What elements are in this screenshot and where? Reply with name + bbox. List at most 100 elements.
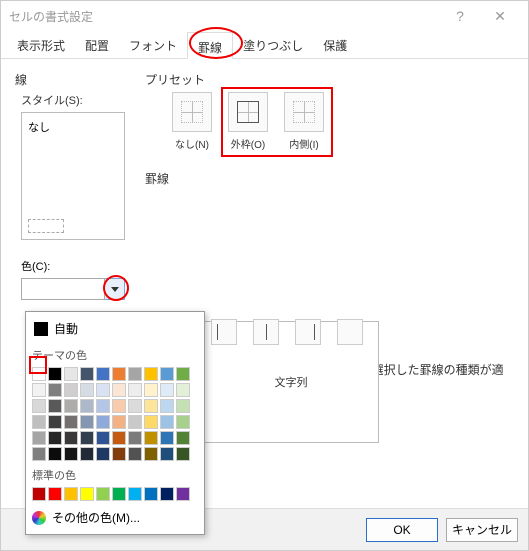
color-swatch[interactable] [80, 367, 94, 381]
color-swatch[interactable] [160, 447, 174, 461]
color-swatch[interactable] [112, 487, 126, 501]
color-swatch[interactable] [48, 399, 62, 413]
color-swatch[interactable] [176, 383, 190, 397]
tab-alignment[interactable]: 配置 [75, 31, 119, 58]
color-swatch[interactable] [32, 383, 46, 397]
tab-number-format[interactable]: 表示形式 [7, 31, 75, 58]
border-middle-v-button[interactable] [253, 319, 279, 345]
tab-protection[interactable]: 保護 [313, 31, 357, 58]
color-swatch[interactable] [128, 367, 142, 381]
preset-row: なし(N) 外枠(O) 内側(I) [145, 92, 514, 162]
color-swatch[interactable] [80, 383, 94, 397]
preset-outside-label: 外枠(O) [225, 136, 271, 151]
help-icon[interactable]: ? [440, 8, 480, 24]
color-swatch[interactable] [48, 367, 62, 381]
preset-none[interactable]: なし(N) [169, 92, 215, 162]
color-swatch[interactable] [48, 487, 62, 501]
color-swatch[interactable] [80, 487, 94, 501]
color-swatch[interactable] [64, 431, 78, 445]
color-dropdown[interactable] [21, 278, 135, 300]
color-wheel-icon [32, 511, 46, 525]
color-swatch[interactable] [64, 383, 78, 397]
color-swatch[interactable] [48, 415, 62, 429]
color-dropdown-value[interactable] [21, 278, 105, 300]
color-swatch[interactable] [160, 415, 174, 429]
color-swatch[interactable] [144, 383, 158, 397]
tab-fill[interactable]: 塗りつぶし [233, 31, 313, 58]
color-swatch[interactable] [112, 383, 126, 397]
color-swatch[interactable] [80, 399, 94, 413]
border-left-button[interactable] [211, 319, 237, 345]
color-swatch[interactable] [128, 487, 142, 501]
color-swatch[interactable] [32, 447, 46, 461]
color-swatch[interactable] [160, 399, 174, 413]
color-swatch[interactable] [128, 399, 142, 413]
color-swatch[interactable] [32, 399, 46, 413]
color-swatch[interactable] [80, 447, 94, 461]
color-swatch[interactable] [64, 447, 78, 461]
color-swatch[interactable] [144, 399, 158, 413]
color-swatch[interactable] [176, 399, 190, 413]
color-dropdown-button[interactable] [105, 278, 125, 300]
color-swatch[interactable] [160, 383, 174, 397]
color-swatch[interactable] [112, 447, 126, 461]
line-style-sample[interactable] [28, 219, 64, 233]
color-swatch[interactable] [96, 431, 110, 445]
color-swatch[interactable] [96, 415, 110, 429]
color-swatch[interactable] [176, 487, 190, 501]
color-swatch[interactable] [48, 447, 62, 461]
color-swatch[interactable] [144, 367, 158, 381]
color-swatch[interactable] [144, 431, 158, 445]
color-swatch[interactable] [48, 431, 62, 445]
color-swatch[interactable] [96, 399, 110, 413]
color-swatch[interactable] [128, 415, 142, 429]
format-cells-dialog: セルの書式設定 ? ✕ 表示形式 配置 フォント 罫線 塗りつぶし 保護 線 ス… [0, 0, 529, 551]
color-swatch[interactable] [112, 415, 126, 429]
color-swatch[interactable] [144, 415, 158, 429]
more-colors-row[interactable]: その他の色(M)... [32, 509, 198, 526]
close-icon[interactable]: ✕ [480, 8, 520, 25]
color-swatch[interactable] [32, 415, 46, 429]
color-swatch[interactable] [176, 415, 190, 429]
color-swatch[interactable] [128, 431, 142, 445]
ok-button[interactable]: OK [366, 518, 438, 542]
color-swatch[interactable] [144, 447, 158, 461]
color-swatch[interactable] [176, 447, 190, 461]
color-swatch[interactable] [112, 399, 126, 413]
color-swatch[interactable] [160, 487, 174, 501]
color-swatch[interactable] [80, 431, 94, 445]
cancel-button[interactable]: キャンセル [446, 518, 518, 542]
tab-border[interactable]: 罫線 [187, 32, 233, 59]
color-swatch[interactable] [64, 399, 78, 413]
color-swatch[interactable] [96, 447, 110, 461]
color-swatch[interactable] [112, 367, 126, 381]
color-swatch[interactable] [64, 415, 78, 429]
color-swatch[interactable] [48, 383, 62, 397]
color-swatch[interactable] [32, 431, 46, 445]
color-swatch[interactable] [128, 383, 142, 397]
color-swatch[interactable] [160, 367, 174, 381]
color-swatch[interactable] [80, 415, 94, 429]
color-swatch[interactable] [64, 487, 78, 501]
color-swatch[interactable] [32, 487, 46, 501]
color-swatch[interactable] [96, 367, 110, 381]
color-auto-row[interactable]: 自動 [32, 316, 198, 341]
line-style-none[interactable]: なし [28, 119, 50, 135]
line-style-list[interactable]: なし [21, 112, 125, 240]
border-diag-up-button[interactable] [337, 319, 363, 345]
color-swatch[interactable] [160, 431, 174, 445]
color-swatch[interactable] [64, 367, 78, 381]
tab-font[interactable]: フォント [119, 31, 187, 58]
color-swatch[interactable] [96, 383, 110, 397]
color-swatch[interactable] [176, 367, 190, 381]
color-swatch[interactable] [128, 447, 142, 461]
preset-inside[interactable]: 内側(I) [281, 92, 327, 162]
preset-none-label: なし(N) [169, 136, 215, 151]
color-swatch[interactable] [144, 487, 158, 501]
border-right-button[interactable] [295, 319, 321, 345]
color-swatch[interactable] [32, 367, 46, 381]
color-swatch[interactable] [96, 487, 110, 501]
color-swatch[interactable] [112, 431, 126, 445]
color-swatch[interactable] [176, 431, 190, 445]
preset-outside[interactable]: 外枠(O) [225, 92, 271, 162]
